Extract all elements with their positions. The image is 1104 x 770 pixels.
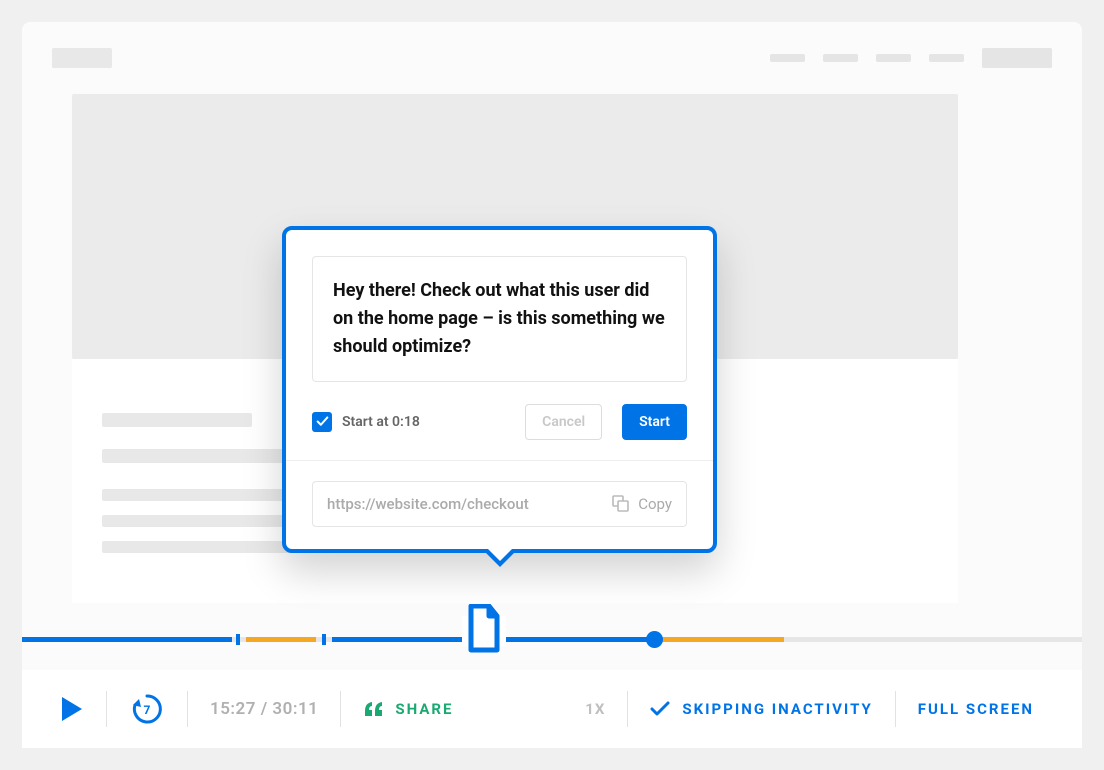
- share-popover-card: Hey there! Check out what this user did …: [282, 226, 717, 553]
- share-url-field[interactable]: https://website.com/checkout: [327, 495, 602, 513]
- start-at-label: Start at 0:18: [342, 414, 420, 430]
- top-nav-placeholder: [770, 48, 1052, 68]
- check-icon: [650, 701, 670, 717]
- player-controls: 7 15:27 / 30:11 SHARE 1X SKIPPING INACTI…: [22, 670, 1082, 748]
- share-message-input[interactable]: Hey there! Check out what this user did …: [312, 256, 687, 382]
- rewind-icon: 7: [129, 691, 165, 727]
- copy-button[interactable]: Copy: [612, 495, 672, 513]
- page-marker-icon[interactable]: [462, 604, 506, 658]
- divider: [895, 691, 896, 727]
- share-popover: Hey there! Check out what this user did …: [282, 226, 717, 553]
- timeline-segment-event: [246, 637, 316, 642]
- logo-placeholder: [52, 48, 112, 68]
- start-at-row: Start at 0:18 Cancel Start: [312, 404, 687, 440]
- start-button[interactable]: Start: [622, 404, 687, 440]
- nav-item-placeholder: [770, 54, 805, 62]
- session-player-window: Hey there! Check out what this user did …: [22, 22, 1082, 748]
- playback-speed-button[interactable]: 1X: [585, 700, 605, 718]
- copy-label: Copy: [638, 495, 672, 513]
- skip-inactivity-label: SKIPPING INACTIVITY: [682, 700, 872, 718]
- check-icon: [316, 415, 329, 428]
- timeline-tick: [236, 634, 240, 645]
- svg-text:7: 7: [144, 703, 151, 717]
- share-button[interactable]: SHARE: [363, 700, 453, 718]
- fullscreen-button[interactable]: FULL SCREEN: [918, 700, 1034, 718]
- nav-item-placeholder: [823, 54, 858, 62]
- share-label: SHARE: [395, 700, 453, 718]
- divider: [106, 691, 107, 727]
- popover-tail: [482, 549, 518, 567]
- share-url-row: https://website.com/checkout Copy: [312, 481, 687, 527]
- timeline-segment-active: [22, 637, 232, 642]
- skip-inactivity-toggle[interactable]: SKIPPING INACTIVITY: [650, 700, 872, 718]
- top-bar: [22, 22, 1082, 94]
- timeline[interactable]: [22, 628, 1082, 650]
- divider: [627, 691, 628, 727]
- nav-item-placeholder: [929, 54, 964, 62]
- text-placeholder: [102, 413, 252, 427]
- nav-item-placeholder: [876, 54, 911, 62]
- start-at-checkbox[interactable]: [312, 412, 332, 432]
- copy-icon: [612, 495, 630, 513]
- play-icon: [60, 695, 84, 723]
- divider: [187, 691, 188, 727]
- timeline-segment-event: [652, 637, 784, 642]
- cancel-button[interactable]: Cancel: [525, 404, 602, 440]
- nav-button-placeholder: [982, 48, 1052, 68]
- quote-icon: [363, 700, 385, 718]
- timeline-tick: [322, 634, 326, 645]
- divider: [286, 460, 713, 461]
- text-placeholder: [102, 449, 292, 463]
- rewind-button[interactable]: 7: [129, 691, 165, 727]
- divider: [340, 691, 341, 727]
- time-display: 15:27 / 30:11: [210, 699, 318, 719]
- playhead[interactable]: [646, 631, 663, 648]
- play-button[interactable]: [60, 695, 84, 723]
